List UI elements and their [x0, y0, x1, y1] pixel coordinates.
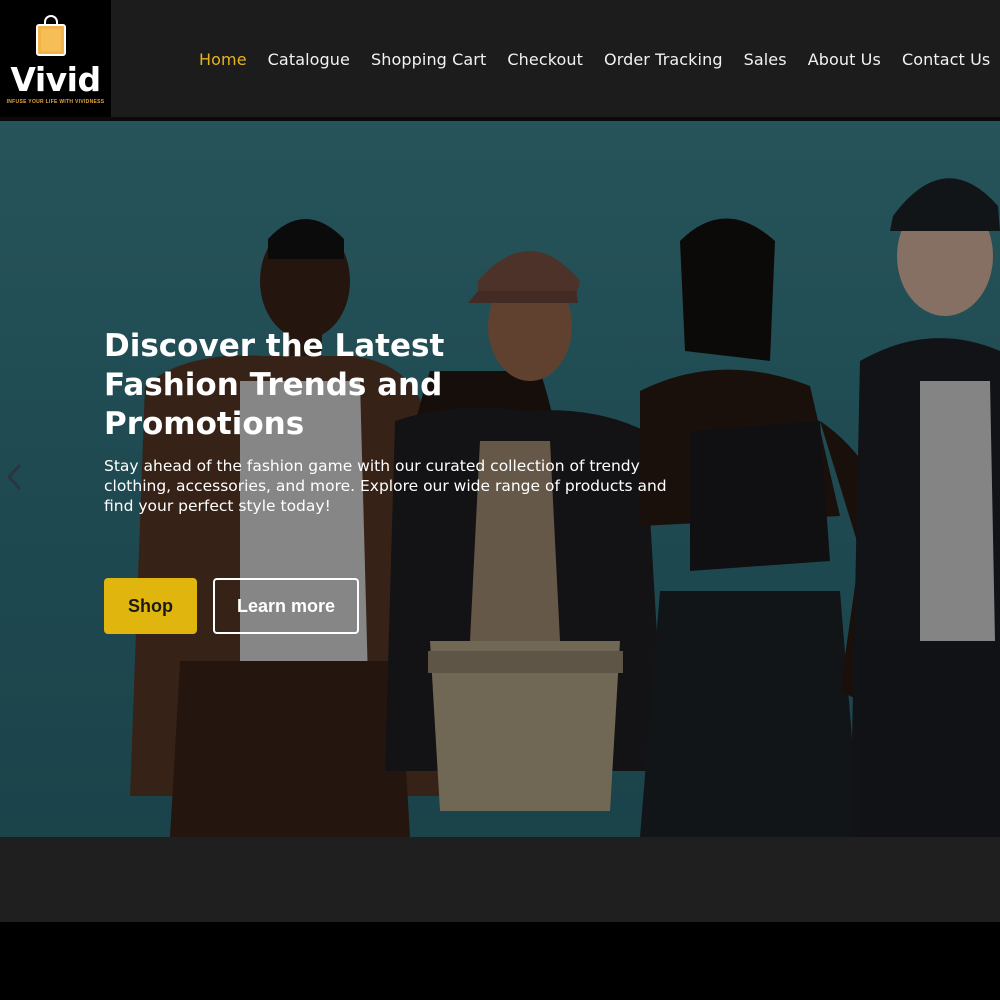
brand-name: Vivid: [10, 60, 101, 99]
hero-title: Discover the Latest Fashion Trends and P…: [104, 328, 445, 442]
hero-banner: Discover the Latest Fashion Trends and P…: [0, 121, 1000, 837]
site-header: Vivid INFUSE YOUR LIFE WITH VIVIDNESS Ho…: [0, 0, 1000, 118]
nav-item-catalogue[interactable]: Catalogue: [268, 49, 350, 73]
nav-item-shopping-cart[interactable]: Shopping Cart: [371, 49, 486, 73]
brand-tagline: INFUSE YOUR LIFE WITH VIVIDNESS: [6, 99, 105, 105]
section-band: [0, 837, 1000, 922]
nav-item-contact-us[interactable]: Contact Us: [902, 49, 990, 73]
brand-logo[interactable]: Vivid INFUSE YOUR LIFE WITH VIVIDNESS: [0, 0, 111, 118]
nav-item-order-tracking[interactable]: Order Tracking: [604, 49, 723, 73]
nav-item-checkout[interactable]: Checkout: [507, 49, 583, 73]
page-bottom: [0, 922, 1000, 1000]
nav-item-sales[interactable]: Sales: [744, 49, 787, 73]
main-nav: Home Catalogue Shopping Cart Checkout Or…: [199, 49, 990, 73]
learn-more-button[interactable]: Learn more: [213, 578, 359, 634]
nav-item-about-us[interactable]: About Us: [808, 49, 881, 73]
page: Vivid INFUSE YOUR LIFE WITH VIVIDNESS Ho…: [0, 0, 1000, 1000]
shopping-bag-icon: [36, 15, 66, 56]
shop-button[interactable]: Shop: [104, 578, 197, 634]
chevron-left-icon[interactable]: [4, 462, 24, 492]
hero-subtitle: Stay ahead of the fashion game with our …: [104, 457, 667, 515]
nav-item-home[interactable]: Home: [199, 49, 247, 73]
